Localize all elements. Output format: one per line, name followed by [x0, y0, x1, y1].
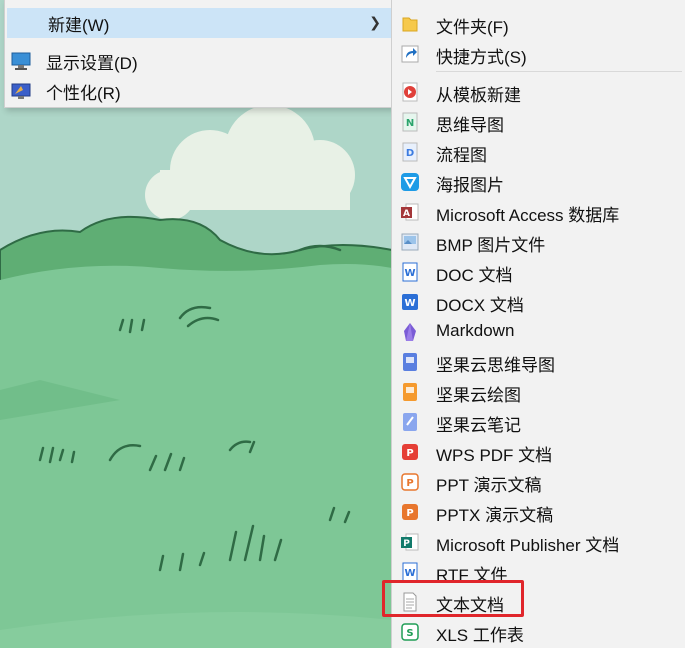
pptx-icon: P [400, 502, 420, 522]
submenu-item-pptx[interactable]: P PPTX 演示文稿 [392, 496, 685, 526]
chevron-right-icon: ❯ [369, 14, 381, 30]
svg-text:P: P [406, 478, 413, 489]
submenu-item-jianguoyun-drawing[interactable]: 坚果云绘图 [392, 376, 685, 406]
submenu-item-docx[interactable]: W DOCX 文档 [392, 286, 685, 316]
submenu-item-label: 快捷方式(S) [436, 48, 527, 67]
mindmap-icon: N [400, 112, 420, 132]
template-icon [400, 82, 420, 102]
submenu-item-label: 坚果云思维导图 [436, 356, 555, 375]
submenu-item-label: DOC 文档 [436, 266, 513, 285]
context-item-display-settings-label: 显示设置(D) [46, 53, 138, 73]
text-document-highlight-box [382, 580, 524, 617]
jianguoyun-note-icon [400, 412, 420, 432]
submenu-item-shortcut[interactable]: 快捷方式(S) [392, 38, 685, 68]
doc-icon: W [400, 262, 420, 282]
submenu-item-flowchart[interactable]: D 流程图 [392, 136, 685, 166]
submenu-item-label: DOCX 文档 [436, 296, 524, 315]
submenu-item-publisher[interactable]: P Microsoft Publisher 文档 [392, 526, 685, 556]
submenu-item-ppt[interactable]: P PPT 演示文稿 [392, 466, 685, 496]
submenu-item-label: 坚果云笔记 [436, 416, 521, 435]
submenu-item-markdown[interactable]: Markdown [392, 316, 685, 346]
submenu-item-label: Microsoft Publisher 文档 [436, 536, 620, 555]
rtf-icon: W [400, 562, 420, 582]
svg-text:N: N [406, 118, 414, 129]
submenu-item-label: Markdown [436, 321, 515, 340]
submenu-item-bmp[interactable]: BMP 图片文件 [392, 226, 685, 256]
svg-text:P: P [403, 539, 410, 549]
submenu-item-label: 文件夹(F) [436, 18, 509, 37]
submenu-item-label: XLS 工作表 [436, 626, 524, 645]
xls-icon: S [400, 622, 420, 642]
submenu-item-wps-pdf[interactable]: P WPS PDF 文档 [392, 436, 685, 466]
poster-icon [400, 172, 420, 192]
svg-text:A: A [403, 209, 410, 219]
svg-text:W: W [404, 298, 415, 309]
submenu-item-label: 坚果云绘图 [436, 386, 521, 405]
svg-text:P: P [406, 448, 413, 459]
flowchart-icon: D [400, 142, 420, 162]
docx-icon: W [400, 292, 420, 312]
submenu-item-label: BMP 图片文件 [436, 236, 546, 255]
context-item-new-label: 新建(W) [48, 15, 110, 35]
svg-text:D: D [406, 148, 414, 159]
svg-text:S: S [406, 628, 413, 639]
submenu-item-label: 海报图片 [436, 176, 504, 195]
wps-pdf-icon: P [400, 442, 420, 462]
submenu-item-label: PPT 演示文稿 [436, 476, 542, 495]
personalize-icon [11, 82, 31, 100]
publisher-icon: P [400, 532, 420, 552]
context-item-personalize-label: 个性化(R) [46, 83, 121, 103]
submenu-item-jianguoyun-note[interactable]: 坚果云笔记 [392, 406, 685, 436]
submenu-item-xls[interactable]: S XLS 工作表 [392, 616, 685, 646]
submenu-item-label: PPTX 演示文稿 [436, 506, 554, 525]
submenu-item-label: 从模板新建 [436, 86, 521, 105]
submenu-item-folder[interactable]: 文件夹(F) [392, 8, 685, 38]
access-icon: A [400, 202, 420, 222]
markdown-icon [400, 322, 420, 342]
context-item-display-settings[interactable]: 显示设置(D) [5, 46, 393, 76]
desktop-context-menu: 新建(W) ❯ 显示设置(D) 个性化(R) [4, 0, 394, 108]
svg-text:W: W [404, 568, 415, 579]
ppt-icon: P [400, 472, 420, 492]
submenu-item-mindmap[interactable]: N 思维导图 [392, 106, 685, 136]
folder-icon [400, 14, 420, 34]
display-settings-icon [11, 52, 31, 70]
submenu-item-label: Microsoft Access 数据库 [436, 206, 620, 225]
submenu-item-doc[interactable]: W DOC 文档 [392, 256, 685, 286]
context-item-new[interactable]: 新建(W) ❯ [7, 8, 391, 38]
jianguoyun-mindmap-icon [400, 352, 420, 372]
submenu-item-template[interactable]: 从模板新建 [392, 76, 685, 106]
submenu-item-poster[interactable]: 海报图片 [392, 166, 685, 196]
jianguoyun-drawing-icon [400, 382, 420, 402]
shortcut-icon [400, 44, 420, 64]
menu-separator [436, 71, 682, 72]
svg-text:P: P [406, 508, 413, 519]
svg-text:W: W [404, 268, 415, 279]
submenu-item-jianguoyun-mindmap[interactable]: 坚果云思维导图 [392, 346, 685, 376]
submenu-item-label: 思维导图 [436, 116, 504, 135]
context-item-personalize[interactable]: 个性化(R) [5, 76, 393, 106]
submenu-item-access[interactable]: A Microsoft Access 数据库 [392, 196, 685, 226]
submenu-item-label: 流程图 [436, 146, 487, 165]
new-submenu: 文件夹(F) 快捷方式(S) 从模板新建 N 思维导图 D 流程图 海报图片 A [391, 0, 685, 648]
bmp-icon [400, 232, 420, 252]
submenu-item-label: WPS PDF 文档 [436, 446, 553, 465]
